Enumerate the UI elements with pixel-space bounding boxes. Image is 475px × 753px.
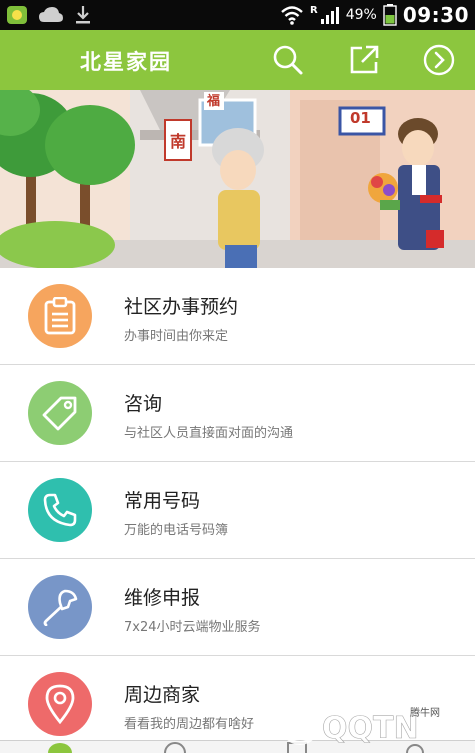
consult-icon-badge bbox=[28, 381, 92, 445]
app-icon bbox=[7, 6, 27, 24]
appointment-icon-badge bbox=[28, 284, 92, 348]
app-header: 北星家园 bbox=[0, 30, 475, 90]
home-tab-icon[interactable] bbox=[45, 741, 75, 753]
wifi-icon bbox=[281, 6, 303, 25]
status-bar: R 49% 09:30 bbox=[0, 0, 475, 30]
wrench-icon bbox=[43, 589, 78, 626]
menu-item-subtitle: 7x24小时云端物业服务 bbox=[124, 620, 261, 635]
banner-sign-south: 南 bbox=[170, 132, 187, 151]
battery-icon bbox=[383, 4, 397, 26]
page-title: 北星家园 bbox=[80, 50, 172, 74]
menu-item-title: 常用号码 bbox=[124, 490, 201, 512]
menu-item-subtitle: 万能的电话号码簿 bbox=[124, 523, 229, 538]
cloud-icon bbox=[39, 7, 63, 22]
banner-sign-number: 01 bbox=[350, 109, 371, 127]
banner-illustration bbox=[0, 90, 475, 268]
clock: 09:30 bbox=[402, 3, 469, 27]
phone-icon bbox=[43, 493, 77, 527]
menu-item-appointment[interactable]: 社区办事预约 办事时间由你来定 bbox=[0, 268, 475, 365]
menu-item-title: 周边商家 bbox=[124, 684, 201, 706]
menu-item-consult[interactable]: 咨询 与社区人员直接面对面的沟通 bbox=[0, 365, 475, 462]
nearby-icon-badge bbox=[28, 672, 92, 736]
service-menu: 社区办事预约 办事时间由你来定 咨询 与社区人员直接面对面的沟通 常用号码 万能… bbox=[0, 268, 475, 753]
services-tab-icon[interactable] bbox=[160, 741, 190, 753]
watermark-label: 腾牛网 bbox=[410, 708, 440, 719]
share-button[interactable] bbox=[346, 42, 382, 78]
repair-icon-badge bbox=[28, 575, 92, 639]
phone-icon-badge bbox=[28, 478, 92, 542]
search-button[interactable] bbox=[270, 42, 306, 78]
banner-image[interactable]: 南 福 01 bbox=[0, 90, 475, 268]
menu-item-title: 社区办事预约 bbox=[124, 296, 239, 318]
location-pin-icon bbox=[45, 684, 75, 724]
menu-item-title: 维修申报 bbox=[124, 587, 201, 609]
download-icon bbox=[76, 6, 90, 24]
next-button[interactable] bbox=[421, 42, 457, 78]
menu-item-repair[interactable]: 维修申报 7x24小时云端物业服务 bbox=[0, 559, 475, 656]
menu-item-phone-numbers[interactable]: 常用号码 万能的电话号码簿 bbox=[0, 462, 475, 559]
signal-icon bbox=[320, 7, 339, 24]
menu-item-title: 咨询 bbox=[124, 393, 163, 415]
banner-sign-fortune: 福 bbox=[207, 94, 221, 109]
menu-item-subtitle: 看看我的周边都有啥好 bbox=[124, 717, 255, 732]
clipboard-icon bbox=[44, 297, 76, 335]
next-icon bbox=[423, 44, 455, 76]
svg-text:QQTN: QQTN bbox=[322, 711, 419, 746]
search-icon bbox=[273, 45, 303, 75]
watermark-logo: QQTN bbox=[281, 707, 419, 746]
tag-icon bbox=[42, 396, 77, 431]
battery-percent: 49% bbox=[345, 7, 377, 23]
share-icon bbox=[350, 45, 379, 74]
menu-item-subtitle: 与社区人员直接面对面的沟通 bbox=[124, 426, 294, 441]
roaming-indicator: R bbox=[310, 5, 318, 16]
menu-item-subtitle: 办事时间由你来定 bbox=[124, 329, 229, 344]
